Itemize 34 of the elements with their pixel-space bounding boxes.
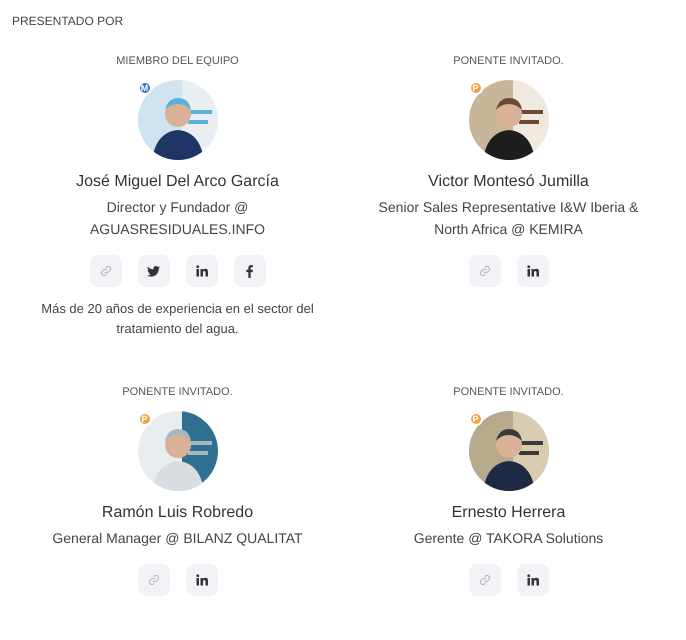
linkedin-button[interactable] [516, 564, 548, 596]
linkedin-icon [526, 574, 538, 586]
facebook-icon [246, 264, 253, 278]
link-icon [478, 265, 490, 277]
role-label: PONENTE INVITADO. [453, 54, 564, 68]
link-icon [478, 574, 490, 586]
role-badge: P [468, 412, 482, 426]
speaker-position: Director y Fundador @ AGUASRESIDUALES.INFO [88, 198, 266, 239]
speaker-position: Gerente @ TAKORA Solutions [414, 529, 604, 548]
facebook-button[interactable] [234, 255, 266, 287]
linkedin-button[interactable] [186, 255, 218, 287]
speaker-position: Senior Sales Representative I&W Iberia & North Africa @ KEMIRA [378, 198, 640, 239]
role-label: PONENTE INVITADO. [122, 385, 233, 399]
speaker-bio: Más de 20 años de experiencia en el sector del tratamiento del agua. [40, 300, 315, 338]
linkedin-icon [526, 265, 538, 277]
section-title: PRESENTADO POR [12, 13, 124, 30]
linkedin-button[interactable] [516, 255, 548, 287]
role-label: MIEMBRO DEL EQUIPO [116, 54, 239, 68]
link-icon [148, 574, 160, 586]
bird-icon [147, 266, 160, 276]
speaker-position: General Manager @ BILANZ QUALITAT [52, 529, 303, 548]
twitter-button[interactable] [138, 255, 170, 287]
linkedin-icon [196, 265, 208, 277]
speaker-name: José Miguel Del Arco García [76, 172, 279, 192]
speaker-name: Ernesto Herrera [452, 503, 566, 523]
role-badge: P [138, 412, 152, 426]
role-label: PONENTE INVITADO. [453, 385, 564, 399]
role-badge: P [468, 81, 482, 95]
linkedin-icon [196, 574, 208, 586]
speaker-name: Ramón Luis Robredo [102, 503, 254, 523]
speaker-name: Victor Montesó Jumilla [428, 172, 589, 192]
link-icon [100, 265, 112, 277]
role-badge: M [138, 81, 152, 95]
linkedin-button[interactable] [186, 564, 218, 596]
